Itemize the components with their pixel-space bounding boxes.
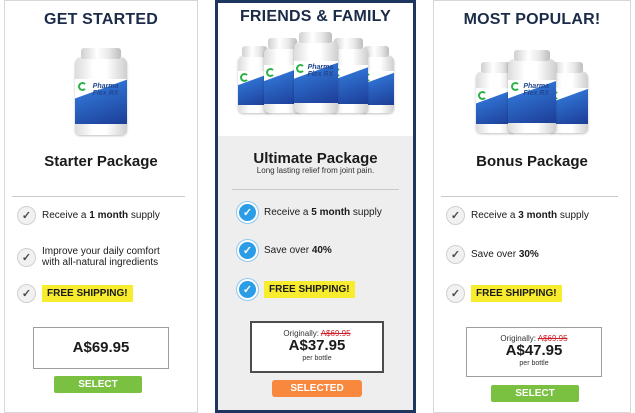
checkmark-icon: ✓ xyxy=(17,284,36,303)
price-value: A$47.95 xyxy=(505,342,563,359)
checkmark-icon: ✓ xyxy=(237,202,258,223)
checkmark-icon: ✓ xyxy=(237,240,258,261)
product-bottle-image: Pharma Flex RX xyxy=(5,48,197,135)
package-subtitle: Long lasting relief from joint pain. xyxy=(256,166,375,175)
feature-supply: ✓ Receive a 5 month supply xyxy=(237,202,382,223)
price-value: A$69.95 xyxy=(72,339,130,356)
divider xyxy=(232,189,399,190)
checkmark-icon: ✓ xyxy=(446,284,465,303)
package-card-ultimate: FRIENDS & FAMILY Pharma Flex RX Ultimate… xyxy=(215,0,416,413)
price-box: Originally: A$69.95 A$47.95 per bottle xyxy=(466,327,602,377)
free-shipping-badge: FREE SHIPPING! xyxy=(264,281,355,298)
divider xyxy=(441,196,618,197)
select-button-starter[interactable]: SELECT xyxy=(54,376,142,393)
package-name: Starter Package xyxy=(44,153,158,170)
divider xyxy=(12,196,185,197)
selected-button-ultimate[interactable]: SELECTED xyxy=(272,380,362,397)
bottle-image: Pharma Flex RX xyxy=(75,48,127,135)
price-value: A$37.95 xyxy=(288,337,346,354)
feature-supply: ✓ Receive a 3 month supply xyxy=(446,206,589,225)
free-shipping-badge: FREE SHIPPING! xyxy=(42,285,133,302)
feature-savings: ✓ Save over 30% xyxy=(446,245,539,264)
price-box: Originally: A$69.95 A$37.95 per bottle xyxy=(250,321,384,373)
package-name: Ultimate Package xyxy=(253,150,378,167)
feature-savings: ✓ Save over 40% xyxy=(237,240,332,261)
feature-supply: ✓ Receive a 1 month supply xyxy=(17,206,160,225)
select-button-bonus[interactable]: SELECT xyxy=(491,385,579,402)
product-bottle-image: Pharma Flex RX xyxy=(434,49,630,133)
per-unit-label: per bottle xyxy=(519,360,549,367)
feature-shipping: ✓ FREE SHIPPING! xyxy=(446,284,562,303)
package-card-bonus: MOST POPULAR! Pharma Flex RX Bonus Packa… xyxy=(433,0,631,413)
checkmark-icon: ✓ xyxy=(17,247,36,267)
free-shipping-badge: FREE SHIPPING! xyxy=(471,285,562,302)
card-ribbon-title: FRIENDS & FAMILY xyxy=(239,8,392,25)
package-name: Bonus Package xyxy=(476,153,588,170)
per-unit-label: per bottle xyxy=(302,355,332,362)
feature-comfort: ✓ Improve your daily comfort with all-nat… xyxy=(17,246,160,268)
checkmark-icon: ✓ xyxy=(17,206,36,225)
product-bottle-image: Pharma Flex RX xyxy=(218,32,413,113)
package-card-starter: GET STARTED Pharma Flex RX Starter Packa… xyxy=(4,0,198,413)
checkmark-icon: ✓ xyxy=(446,245,465,264)
checkmark-icon: ✓ xyxy=(237,279,258,300)
price-box: A$69.95 xyxy=(33,327,169,369)
feature-shipping: ✓ FREE SHIPPING! xyxy=(237,279,355,300)
checkmark-icon: ✓ xyxy=(446,206,465,225)
card-ribbon-title: MOST POPULAR! xyxy=(463,11,601,28)
card-ribbon-title: GET STARTED xyxy=(44,11,158,28)
feature-shipping: ✓ FREE SHIPPING! xyxy=(17,284,133,303)
